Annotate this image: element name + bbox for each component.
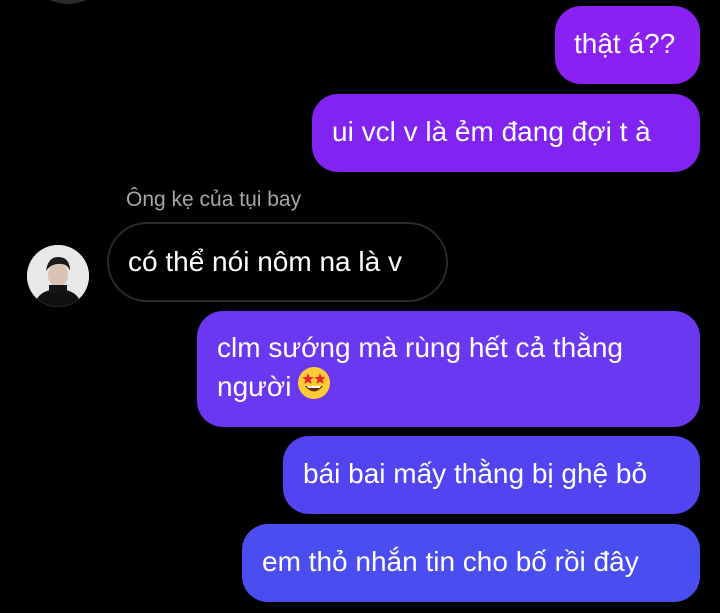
message-text: ui vcl v là ẻm đang đợi t à [332,116,651,147]
sender-name: Ông kẹ của tụi bay [126,188,302,211]
profile-photo-icon [27,245,89,307]
chat-thread: thật á?? ui vcl v là ẻm đang đợi t à Ông… [0,0,720,613]
message-bubble-outgoing[interactable]: bái bai mấy thằng bị ghệ bỏ [283,436,700,514]
message-text-line: clm sướng mà rùng hết cả thằng [217,332,623,363]
star-struck-emoji-icon [297,366,331,409]
message-bubble-outgoing[interactable]: thật á?? [555,6,700,84]
message-text: bái bai mấy thằng bị ghệ bỏ [303,458,648,489]
message-text: em thỏ nhắn tin cho bố rồi đây [262,546,639,577]
message-bubble-outgoing[interactable]: em thỏ nhắn tin cho bố rồi đây [242,524,700,602]
avatar[interactable] [27,245,89,307]
message-text-line-2: người [217,366,700,409]
message-bubble-outgoing[interactable]: clm sướng mà rùng hết cả thằng người [197,311,700,427]
avatar-partial [40,0,96,4]
message-text: thật á?? [574,28,676,59]
message-text: có thể nói nôm na là v [128,246,402,277]
message-bubble-outgoing[interactable]: ui vcl v là ẻm đang đợi t à [312,94,700,172]
message-bubble-incoming[interactable]: có thể nói nôm na là v [107,222,448,302]
